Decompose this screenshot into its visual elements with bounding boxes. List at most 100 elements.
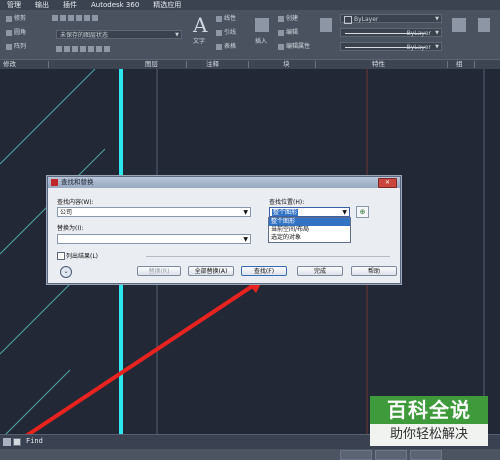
divider: [146, 256, 390, 257]
list-results-checkbox[interactable]: [57, 252, 65, 260]
layer-icon[interactable]: [60, 14, 66, 21]
find-what-input[interactable]: 公司 ▼: [57, 207, 251, 217]
layout-tab[interactable]: [340, 450, 372, 460]
ribbon-leader[interactable]: 引线: [216, 29, 236, 37]
diagonal-line: [0, 273, 81, 355]
edit-block-icon: [278, 29, 284, 36]
menu-bar: 管理 输出 插件 Autodesk 360 精选应用: [0, 0, 500, 10]
ribbon-fillet[interactable]: 圆角: [6, 29, 26, 37]
trim-icon: [6, 15, 12, 22]
layer-icon[interactable]: [104, 45, 110, 52]
layer-icon[interactable]: [92, 14, 98, 21]
option-entire-drawing[interactable]: 整个图形: [269, 218, 350, 226]
panel-groups[interactable]: 组: [456, 60, 463, 69]
layer-icon[interactable]: [56, 45, 62, 52]
find-where-label: 查找位置(H):: [269, 199, 305, 206]
menu-autodesk-360[interactable]: Autodesk 360: [84, 0, 146, 10]
find-what-label: 查找内容(W):: [57, 199, 94, 206]
color-dropdown[interactable]: ByLayer ▼: [340, 14, 442, 24]
red-arrow-shaft: [16, 275, 268, 440]
ribbon-linear[interactable]: 线性: [216, 15, 236, 23]
dialog-titlebar[interactable]: 查找和替换 ✕: [48, 177, 400, 188]
ribbon-table[interactable]: 表格: [216, 43, 236, 51]
layer-icon[interactable]: [84, 14, 90, 21]
insert-label[interactable]: 插入: [255, 38, 267, 46]
color-swatch: [344, 15, 352, 24]
dialog-title: 查找和替换: [61, 178, 94, 186]
chevron-down-icon: ▼: [175, 32, 179, 38]
help-button[interactable]: 帮助: [351, 266, 397, 276]
expand-options-icon[interactable]: ⌄: [60, 266, 72, 278]
watermark-logo: 百科全说 助你轻松解决: [370, 396, 488, 448]
replace-with-input[interactable]: ▼: [57, 234, 251, 244]
fillet-icon: [6, 29, 12, 36]
lineweight-dropdown[interactable]: ByLayer ▼: [340, 42, 442, 51]
ribbon: 修剪 圆角 阵列 未保存的图层状态 ▼ A 文字 线性 引线 表格 插入 创建 编…: [0, 10, 500, 59]
ribbon-edit-attributes[interactable]: 编辑属性: [278, 43, 310, 51]
watermark-slogan: 助你轻松解决: [370, 424, 488, 446]
insert-block-icon[interactable]: [255, 18, 271, 32]
layer-icon[interactable]: [80, 45, 86, 52]
replace-button[interactable]: 替换(R): [137, 266, 181, 276]
chevron-down-icon: ▼: [435, 16, 439, 22]
find-where-options: 整个图形 当前空间/布局 选定的对象: [268, 217, 351, 243]
option-selected-objects[interactable]: 选定的对象: [269, 234, 350, 242]
done-button[interactable]: 完成: [297, 266, 343, 276]
panel-layers[interactable]: 图层: [145, 60, 158, 69]
layout-tab[interactable]: [375, 450, 407, 460]
utilities-icon[interactable]: [478, 18, 492, 32]
replace-with-label: 替换为(I):: [57, 225, 84, 232]
layer-icon[interactable]: [76, 14, 82, 21]
create-block-icon: [278, 15, 284, 22]
chevron-down-icon: ▼: [435, 30, 439, 36]
menu-plugins[interactable]: 插件: [56, 0, 84, 10]
dimension-icon: [216, 15, 222, 22]
layer-icon[interactable]: [72, 45, 78, 52]
panel-modify[interactable]: 修改: [3, 60, 16, 69]
chevron-down-icon: ▼: [342, 209, 347, 216]
watermark-title: 百科全说: [370, 396, 488, 424]
find-where-select[interactable]: 整个图形 ▼: [269, 207, 350, 217]
ribbon-trim[interactable]: 修剪: [6, 15, 26, 23]
layer-icon[interactable]: [96, 45, 102, 52]
layout-tab[interactable]: [410, 450, 442, 460]
match-properties-icon[interactable]: [320, 18, 334, 32]
text-button-label[interactable]: 文字: [193, 38, 205, 46]
panel-properties[interactable]: 特性: [372, 60, 385, 69]
layer-icon[interactable]: [52, 14, 58, 21]
linetype-dropdown[interactable]: ByLayer ▼: [340, 28, 442, 37]
select-objects-icon[interactable]: ⊕: [356, 206, 369, 218]
chevron-down-icon[interactable]: ▼: [243, 208, 248, 217]
array-icon: [6, 43, 12, 50]
menu-featured-apps[interactable]: 精选应用: [146, 0, 188, 10]
status-bar: [0, 449, 500, 460]
ribbon-edit-block[interactable]: 编辑: [278, 29, 298, 37]
layer-tools-icons-2: [56, 45, 112, 53]
find-button[interactable]: 查找(F): [241, 266, 287, 276]
leader-icon: [216, 29, 222, 36]
layer-state-dropdown[interactable]: 未保存的图层状态 ▼: [56, 30, 182, 39]
chevron-down-icon[interactable]: ▼: [243, 235, 248, 244]
menu-output[interactable]: 输出: [28, 0, 56, 10]
replace-all-button[interactable]: 全部替换(A): [188, 266, 234, 276]
group-icon[interactable]: [452, 18, 468, 32]
wrench-icon[interactable]: [3, 438, 11, 446]
command-prompt-icon[interactable]: [13, 438, 21, 446]
ribbon-create-block[interactable]: 创建: [278, 15, 298, 23]
text-icon[interactable]: A: [193, 13, 207, 37]
layer-icon[interactable]: [64, 45, 70, 52]
command-input[interactable]: Find: [26, 435, 43, 448]
option-current-space[interactable]: 当前空间/布局: [269, 226, 350, 234]
diagonal-line: [0, 69, 96, 165]
panel-block[interactable]: 块: [283, 60, 290, 69]
menu-manage[interactable]: 管理: [0, 0, 28, 10]
table-icon: [216, 43, 222, 50]
attribute-icon: [278, 43, 284, 50]
ribbon-array[interactable]: 阵列: [6, 43, 26, 51]
list-results-label: 列出结果(L): [66, 253, 99, 260]
layer-icon[interactable]: [68, 14, 74, 21]
layer-icon[interactable]: [88, 45, 94, 52]
panel-annotation[interactable]: 注释: [206, 60, 219, 69]
autocad-app-icon: [51, 179, 58, 186]
close-button[interactable]: ✕: [378, 178, 397, 188]
